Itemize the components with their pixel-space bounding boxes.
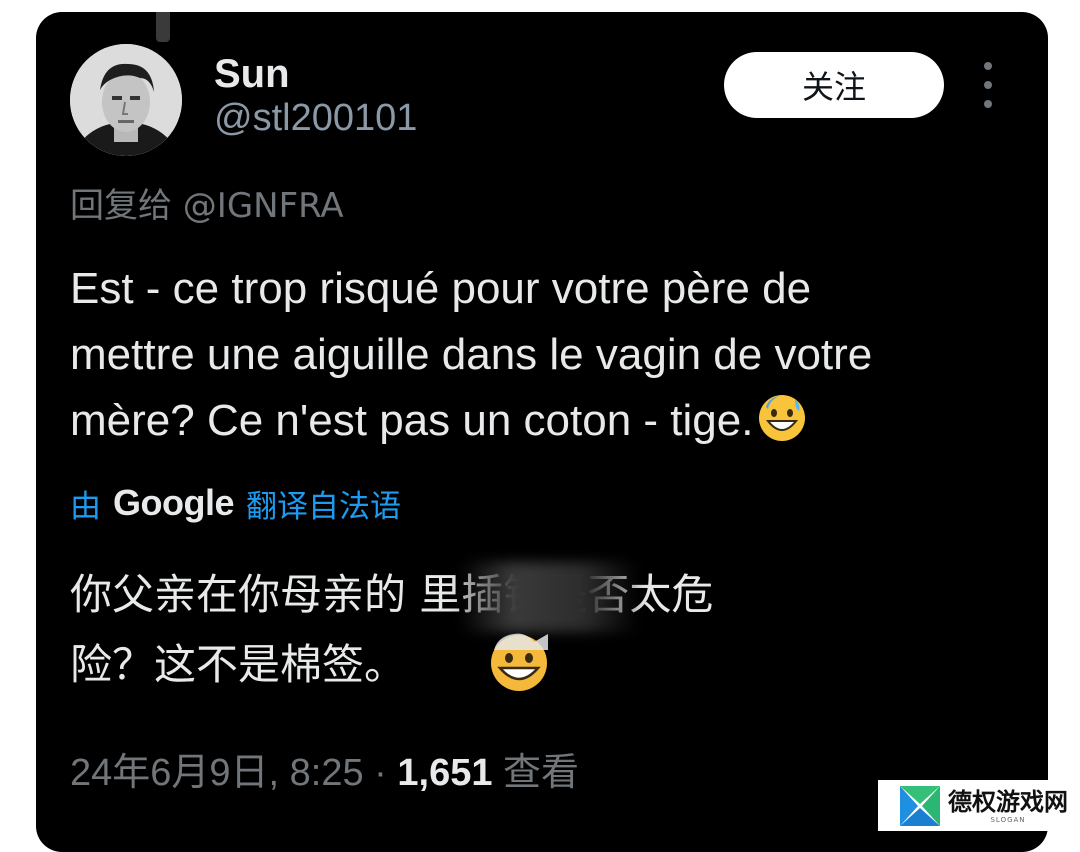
grinning-sweat-emoji-icon: [491, 633, 548, 691]
watermark-subtext: SLOGAN: [990, 815, 1026, 824]
reply-to-label[interactable]: 回复给 @IGNFRA: [70, 184, 344, 228]
avatar[interactable]: [70, 44, 182, 156]
views-label: 查看: [492, 752, 580, 794]
grinning-sweat-emoji-icon: [759, 395, 806, 441]
tweet-card: Sun @stl200101 关注 回复给 @IGNFRA Est - ce t…: [36, 12, 1048, 852]
follow-button[interactable]: 关注: [724, 52, 944, 118]
censor-blur: [460, 562, 638, 632]
top-mark: [156, 12, 170, 42]
translation-by: 由: [70, 488, 101, 525]
tweet-meta: 24年6月9日, 8:25 · 1,651 查看: [70, 748, 579, 798]
watermark-text: 德权游戏网: [948, 787, 1068, 816]
views-count: 1,651: [397, 752, 493, 794]
translation-attribution[interactable]: 由 Google 翻译自法语: [70, 478, 401, 528]
watermark-logo-icon: [900, 785, 940, 826]
more-options-icon[interactable]: [976, 62, 1000, 108]
tweet-datetime[interactable]: 24年6月9日, 8:25 ·: [70, 752, 397, 794]
tweet-text: Est - ce trop risqué pour votre père de …: [70, 256, 1040, 454]
avatar-image: [70, 44, 182, 156]
user-name[interactable]: Sun: [214, 50, 290, 98]
translation-label: 翻译自法语: [246, 488, 401, 525]
site-watermark: 德权游戏网 SLOGAN: [878, 780, 1072, 831]
tweet-body: Est - ce trop risqué pour votre père de …: [70, 264, 873, 445]
user-handle[interactable]: @stl200101: [214, 94, 417, 142]
google-logo: Google: [113, 482, 235, 523]
